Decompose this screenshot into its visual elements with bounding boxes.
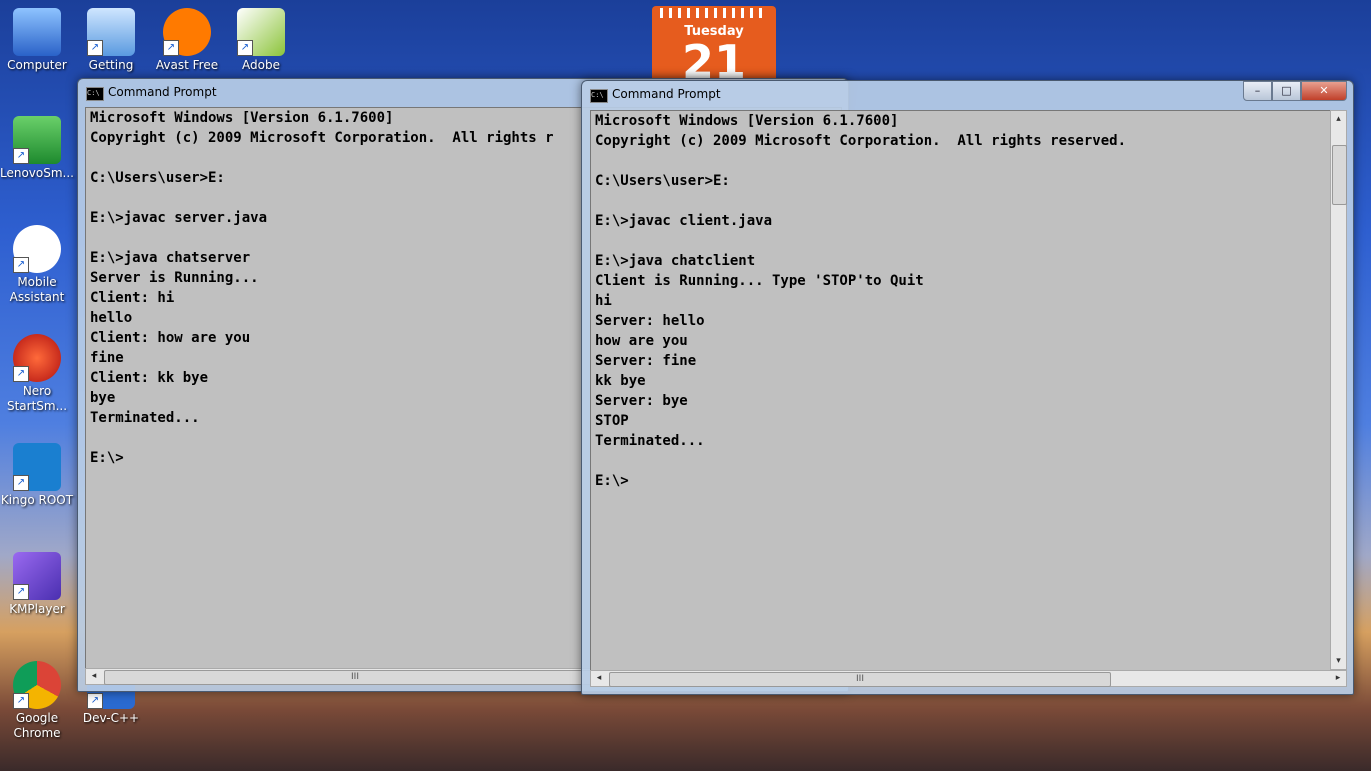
console-text: Microsoft Windows [Version 6.1.7600] Cop… — [595, 113, 1127, 489]
console-output-area[interactable]: Microsoft Windows [Version 6.1.7600] Cop… — [590, 110, 1332, 672]
desktop-icon-avast[interactable]: ↗ Avast Free — [150, 8, 224, 73]
window-title: Command Prompt — [108, 85, 217, 99]
scroll-up-arrow-icon[interactable]: ▴ — [1331, 111, 1346, 127]
window-title: Command Prompt — [612, 87, 721, 101]
cmd-icon: C:\ — [86, 87, 104, 101]
scroll-thumb[interactable]: III — [104, 670, 606, 685]
kmplayer-icon: ↗ — [13, 552, 61, 600]
adobe-icon: ↗ — [237, 8, 285, 56]
desktop-icon-kmplayer[interactable]: ↗ KMPlayer — [0, 552, 74, 617]
desktop-icon-label: KMPlayer — [9, 602, 65, 616]
nero-icon: ↗ — [13, 334, 61, 382]
avast-icon: ↗ — [163, 8, 211, 56]
scroll-left-arrow-icon[interactable]: ◂ — [86, 669, 102, 684]
kingo-root-icon: ↗ — [13, 443, 61, 491]
scroll-down-arrow-icon[interactable]: ▾ — [1331, 653, 1346, 669]
cmd-icon: C:\ — [590, 89, 608, 103]
shortcut-arrow-icon: ↗ — [13, 148, 29, 164]
lenovo-icon: ↗ — [13, 116, 61, 164]
shortcut-arrow-icon: ↗ — [13, 366, 29, 382]
shortcut-arrow-icon: ↗ — [13, 257, 29, 273]
desktop-icon-label: Computer — [7, 58, 67, 72]
desktop-icon-label: Getting — [88, 58, 134, 72]
title-bar[interactable]: C:\ Command Prompt – □ ✕ — [582, 81, 1353, 109]
scroll-left-arrow-icon[interactable]: ◂ — [591, 671, 607, 686]
calendar-date: 21 — [681, 35, 746, 80]
calendar-rings — [660, 8, 768, 18]
desktop-icon-getting[interactable]: ↗ Getting — [74, 8, 148, 73]
desktop-icon-nero[interactable]: ↗ Nero StartSm... — [0, 334, 74, 414]
window-controls: – □ ✕ — [1243, 81, 1347, 101]
desktop-icon-adobe[interactable]: ↗ Adobe — [224, 8, 298, 73]
desktop-icon-computer[interactable]: Computer — [0, 8, 74, 73]
getting-started-icon: ↗ — [87, 8, 135, 56]
desktop-icon-label: Kingo ROOT — [0, 493, 74, 507]
mobile-assistant-icon: ↗ — [13, 225, 61, 273]
maximize-button[interactable]: □ — [1272, 81, 1301, 101]
shortcut-arrow-icon: ↗ — [87, 40, 103, 56]
desktop-icon-label: Dev-C++ — [82, 711, 140, 725]
shortcut-arrow-icon: ↗ — [13, 475, 29, 491]
shortcut-arrow-icon: ↗ — [13, 584, 29, 600]
desktop-icon-mobile-assistant[interactable]: ↗ Mobile Assistant — [0, 225, 74, 305]
desktop-icon-label: Google Chrome — [13, 711, 61, 740]
desktop-icon-label: Avast Free — [155, 58, 219, 72]
shortcut-arrow-icon: ↗ — [87, 693, 103, 709]
shortcut-arrow-icon: ↗ — [163, 40, 179, 56]
desktop-icon-kingo-root[interactable]: ↗ Kingo ROOT — [0, 443, 74, 508]
computer-icon — [13, 8, 61, 56]
desktop-icon-lenovo[interactable]: ↗ LenovoSm... — [0, 116, 74, 181]
chrome-icon: ↗ — [13, 661, 61, 709]
client-command-prompt-window[interactable]: C:\ Command Prompt – □ ✕ Microsoft Windo… — [581, 80, 1354, 695]
calendar-gadget[interactable]: Tuesday 21 — [652, 6, 776, 80]
minimize-button[interactable]: – — [1243, 81, 1272, 101]
desktop-icon-chrome[interactable]: ↗ Google Chrome — [0, 661, 74, 741]
horizontal-scrollbar[interactable]: ◂ III ▸ — [590, 670, 1347, 687]
shortcut-arrow-icon: ↗ — [13, 693, 29, 709]
scroll-thumb[interactable]: III — [609, 672, 1111, 687]
shortcut-arrow-icon: ↗ — [237, 40, 253, 56]
close-button[interactable]: ✕ — [1301, 81, 1347, 101]
scroll-right-arrow-icon[interactable]: ▸ — [1330, 671, 1346, 686]
desktop-icon-label: LenovoSm... — [0, 166, 74, 180]
vertical-scrollbar[interactable]: ▴ ▾ — [1330, 110, 1347, 670]
desktop-icon-label: Mobile Assistant — [9, 275, 65, 304]
desktop-icon-label: Nero StartSm... — [6, 384, 68, 413]
scroll-thumb[interactable] — [1332, 145, 1347, 205]
desktop-icon-label: Adobe — [242, 58, 280, 72]
